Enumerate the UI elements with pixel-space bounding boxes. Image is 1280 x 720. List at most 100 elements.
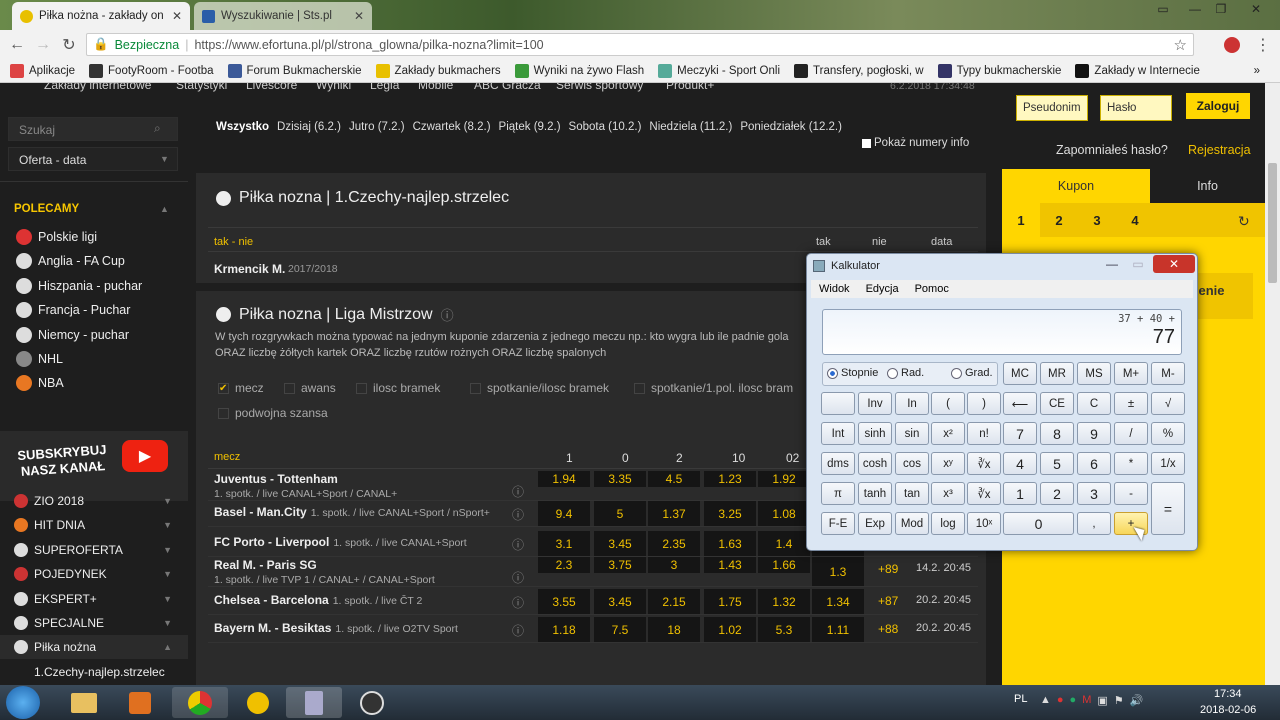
bookmark-item[interactable]: Zakłady w Internecie [1075,63,1200,78]
reload-icon[interactable]: ↻ [56,35,82,55]
more-bets-link[interactable]: +89 [878,562,898,576]
calc-function-button[interactable]: - [1114,482,1148,505]
odds-button[interactable]: 2.3 [538,557,590,573]
close-window-icon[interactable]: ✕ [1236,0,1276,18]
tray-network-icon[interactable]: ▣ [1097,694,1107,707]
topnav-item[interactable]: Produkt+ [666,83,714,92]
offer-select[interactable]: Oferta - data [8,147,178,171]
calc-function-button[interactable]: ∛x [967,482,1001,505]
close-tab-icon[interactable]: ✕ [172,9,182,23]
calculator-taskbar-icon[interactable] [286,687,342,718]
calc-function-button[interactable]: Int [821,422,855,445]
odds-button[interactable]: 1.63 [704,531,756,556]
sidebar-recommended-item[interactable]: Niemcy - puchar [0,323,188,347]
calc-function-button[interactable]: Inv [858,392,892,415]
menu-icon[interactable]: ⋮ [1250,35,1276,55]
calc-function-button[interactable]: Mod [895,512,929,535]
sidebar-section-item[interactable]: SUPEROFERTA ▼ [0,538,188,562]
media-player-icon[interactable] [112,687,168,718]
tray-flag-icon[interactable]: ⚑ [1114,694,1124,707]
refresh-icon[interactable]: ↻ [1238,213,1250,230]
calc-function-button[interactable]: CE [1040,392,1074,415]
info-icon[interactable]: ⓘ [512,536,524,553]
tray-security-icon[interactable]: ● [1057,694,1064,707]
calc-function-button[interactable]: Exp [858,512,892,535]
odds-button[interactable]: 3.1 [538,531,590,556]
info-icon[interactable]: ⓘ [512,506,524,523]
date-filter-item[interactable]: Piątek (9.2.) [499,121,561,133]
adblock-icon[interactable] [1224,37,1240,53]
register-link[interactable]: Rejestracja [1188,143,1251,157]
filter-option[interactable]: podwojna szansa [218,406,328,420]
calc-digit-button[interactable]: 4 [1003,452,1037,475]
login-button[interactable]: Zaloguj [1186,93,1250,119]
collapse-icon[interactable]: ▲ [160,204,169,214]
checkbox[interactable] [218,407,229,419]
calc-function-button[interactable]: sinh [858,422,892,445]
odds-button[interactable]: 2.35 [648,531,700,556]
calc-function-button[interactable]: sin [895,422,929,445]
topnav-item[interactable]: Statystyki [176,83,227,92]
tray-mail-icon[interactable]: M [1082,694,1091,707]
date-filter-item[interactable]: Dzisiaj (6.2.) [277,121,341,133]
calc-function-button[interactable]: ± [1114,392,1148,415]
odds-button[interactable]: 2.15 [648,589,700,614]
odds-button[interactable]: 3.25 [704,501,756,526]
calc-digit-button[interactable]: 0 [1003,512,1074,535]
calc-memory-button[interactable]: M+ [1114,362,1148,385]
info-icon[interactable]: ⓘ [512,569,524,586]
calc-function-button[interactable]: log [931,512,965,535]
start-button-icon[interactable] [6,686,40,719]
username-input[interactable]: Pseudonim [1016,95,1088,121]
checkbox[interactable] [634,382,645,394]
date-filter-item[interactable]: Poniedziałek (12.2.) [740,121,842,133]
date-filter-item[interactable]: Sobota (10.2.) [569,121,642,133]
odds-button[interactable]: 4.5 [648,471,700,487]
sidebar-section-item[interactable]: POJEDYNEK ▼ [0,562,188,586]
search-icon[interactable]: ⌕ [154,121,161,136]
chrome-icon[interactable] [172,687,228,718]
calc-menu-item[interactable]: Pomoc [915,283,949,295]
calc-function-button[interactable]: dms [821,452,855,475]
coupon-slot-tab[interactable]: 4 [1116,203,1154,237]
bookmark-item[interactable]: Meczyki - Sport Onli [658,63,780,78]
info-icon[interactable]: ⓘ [512,622,524,639]
calc-digit-button[interactable]: 9 [1077,422,1111,445]
calc-function-button[interactable]: ) [967,392,1001,415]
tray-app-icon[interactable]: ● [1070,694,1077,707]
tab-sts[interactable]: Wyszukiwanie | Sts.pl ✕ [194,2,372,30]
odds-button[interactable]: 18 [648,617,700,642]
info-icon[interactable]: ⓘ [512,483,524,500]
odds-button[interactable]: 1.37 [648,501,700,526]
odds-button[interactable]: 1.4 [758,531,810,556]
odds-button[interactable]: 1.3 [812,557,864,586]
calc-function-button[interactable]: cos [895,452,929,475]
sidebar-recommended-item[interactable]: NHL [0,347,188,371]
filter-option[interactable]: ilosc bramek [356,381,440,395]
sidebar-recommended-item[interactable]: Anglia - FA Cup [0,249,188,273]
odds-button[interactable]: 1.18 [538,617,590,642]
filter-option[interactable]: spotkanie/1.pol. ilosc bram [634,381,793,395]
back-icon[interactable]: ← [4,36,30,54]
calc-close-icon[interactable]: ✕ [1153,255,1195,273]
bookmark-item[interactable]: Aplikacje [10,63,75,78]
calc-digit-button[interactable]: 5 [1040,452,1074,475]
bookmark-item[interactable]: Wyniki na żywo Flash [514,63,644,78]
odds-button[interactable]: 1.34 [812,589,864,614]
sidebar-sub-item[interactable]: 1.Czechy-najlep.strzelec [34,665,165,679]
odds-button[interactable]: 3.55 [538,589,590,614]
bookmark-item[interactable]: Typy bukmacherskie [937,63,1061,78]
sidebar-section-item[interactable]: EKSPERT+ ▼ [0,587,188,611]
odds-button[interactable]: 3.35 [594,471,646,487]
scrollbar-thumb[interactable] [1268,163,1277,283]
odds-button[interactable]: 1.02 [704,617,756,642]
checkbox[interactable] [356,382,367,394]
calc-maximize-icon[interactable]: ▭ [1125,256,1151,272]
tab-efortuna[interactable]: Piłka nożna - zakłady on ✕ [12,2,190,30]
match-name[interactable]: Real M. - Paris SG [214,558,317,572]
calc-function-button[interactable]: tanh [858,482,892,505]
calc-menu-item[interactable]: Edycja [866,283,899,295]
obs-icon[interactable] [344,687,400,718]
odds-button[interactable]: 1.11 [812,617,864,642]
odds-button[interactable]: 1.43 [704,557,756,573]
